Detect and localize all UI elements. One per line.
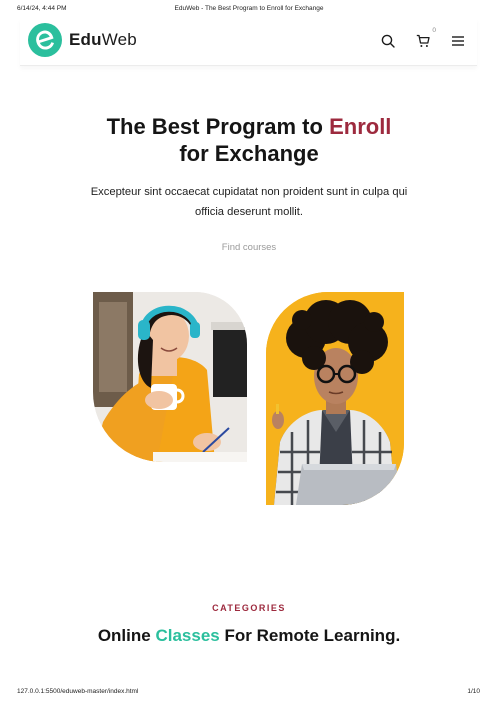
hero-image-student-laptop xyxy=(266,292,404,505)
find-courses-link[interactable]: Find courses xyxy=(0,242,498,253)
navbar: EduWeb 0 xyxy=(20,18,477,66)
menu-icon[interactable] xyxy=(449,32,467,50)
categories-label: CATEGORIES xyxy=(212,603,286,613)
logo-link[interactable]: EduWeb xyxy=(28,23,137,57)
categories-title-accent: Classes xyxy=(155,626,220,645)
hero-title-accent: Enroll xyxy=(329,114,392,139)
brand-name: EduWeb xyxy=(69,30,137,49)
print-url: 127.0.0.1:5500/eduweb-master/index.html xyxy=(17,688,139,695)
categories-title: Online Classes For Remote Learning. xyxy=(97,626,401,645)
print-footer: 127.0.0.1:5500/eduweb-master/index.html … xyxy=(0,688,498,698)
nav-actions: 0 xyxy=(379,27,467,50)
print-page-number: 1/10 xyxy=(467,688,480,695)
print-header: 6/14/24, 4:44 PM EduWeb - The Best Progr… xyxy=(0,5,498,15)
cart-count-badge: 0 xyxy=(432,27,436,34)
logo-icon xyxy=(28,23,62,57)
hero-title: The Best Program to Enroll for Exchange xyxy=(106,114,392,166)
search-icon[interactable] xyxy=(379,32,397,50)
hero-description: Excepteur sint occaecat cupidatat non pr… xyxy=(90,186,408,218)
hero-image-student-headphones xyxy=(93,292,247,462)
cart-icon[interactable]: 0 xyxy=(414,27,436,50)
print-doc-title: EduWeb - The Best Program to Enroll for … xyxy=(174,5,324,12)
